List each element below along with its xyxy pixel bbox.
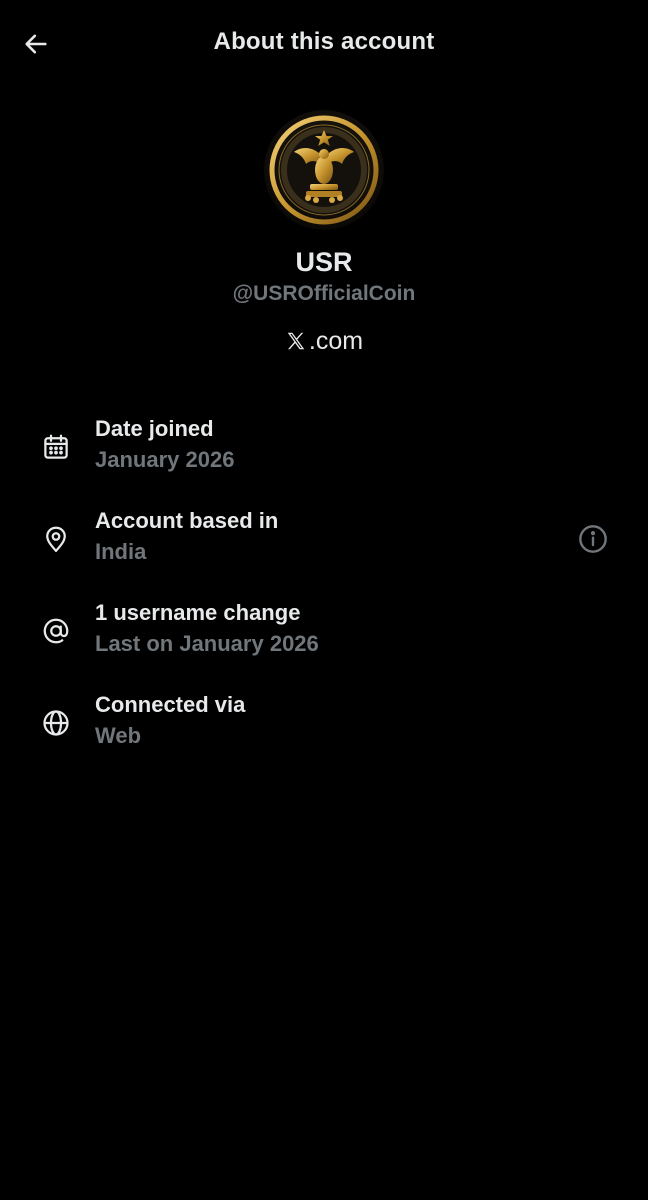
info-row-account-based-in: Account based in India	[0, 502, 648, 594]
at-sign-icon	[38, 613, 74, 649]
username-handle: @USROfficialCoin	[232, 282, 416, 305]
website-text: .com	[308, 327, 364, 355]
calendar-icon	[38, 429, 74, 465]
info-value: Last on January 2026	[95, 631, 319, 656]
info-label: Account based in	[95, 508, 279, 533]
location-pin-icon	[38, 521, 74, 557]
avatar	[264, 110, 384, 230]
top-bar: About this account	[0, 0, 648, 88]
display-name: USR	[295, 247, 353, 277]
profile-section: USR @USROfficialCoin .com	[0, 110, 648, 357]
info-label: 1 username change	[95, 600, 301, 625]
website-link[interactable]: .com	[285, 326, 363, 356]
x-logo-icon	[287, 332, 305, 350]
info-value: January 2026	[95, 447, 235, 472]
info-row-connected-via: Connected via Web	[0, 686, 648, 778]
info-row-username-change: 1 username change Last on January 2026	[0, 594, 648, 686]
page-title: About this account	[213, 28, 435, 55]
info-value: Web	[95, 723, 142, 748]
info-row-date-joined: Date joined January 2026	[0, 410, 648, 502]
info-circle-icon[interactable]	[576, 522, 610, 556]
account-info-list: Date joined January 2026 Account based i…	[0, 410, 648, 778]
info-label: Connected via	[95, 692, 246, 717]
info-label: Date joined	[95, 416, 214, 441]
globe-icon	[38, 705, 74, 741]
info-value: India	[95, 539, 147, 564]
